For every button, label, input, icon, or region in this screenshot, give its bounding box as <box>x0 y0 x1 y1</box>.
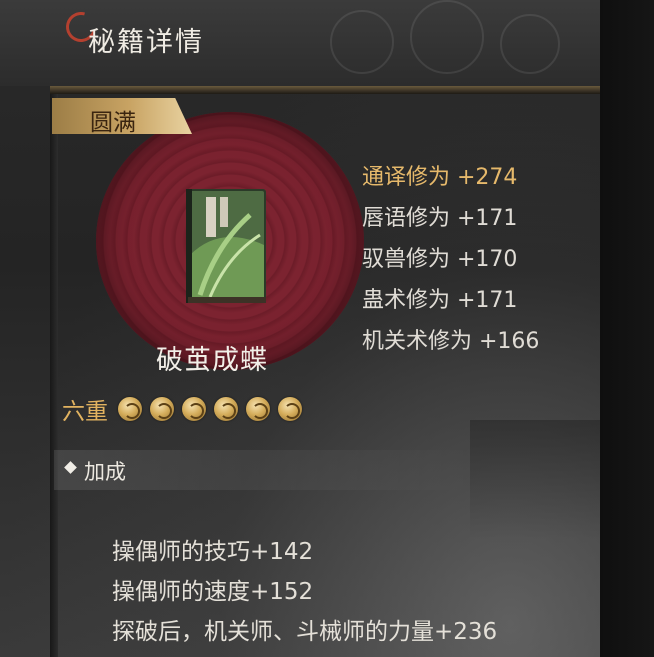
bonus-item: 操偶师的技巧+142 <box>112 539 314 565</box>
book-name: 破茧成蝶 <box>156 345 268 376</box>
tier-coin-icon <box>214 397 238 421</box>
status-badge-label: 圆满 <box>90 110 136 136</box>
tier-label: 六重 <box>62 399 108 425</box>
stat-yushou: 驭兽修为 +170 <box>362 247 518 272</box>
tier-coin-icon <box>182 397 206 421</box>
stat-gushu: 蛊术修为 +171 <box>362 288 518 313</box>
bonus-section-title: 加成 <box>84 460 126 484</box>
tier-coin-icon <box>118 397 142 421</box>
panel-left-strip <box>50 94 58 657</box>
cloud-ornament <box>410 0 484 74</box>
panel-right-edge <box>600 0 654 657</box>
header-divider <box>50 86 600 94</box>
tier-coin-icon <box>278 397 302 421</box>
stats-list: 通译修为 +274 唇语修为 +171 驭兽修为 +170 蛊术修为 +171 … <box>362 157 539 362</box>
stat-chunyu: 唇语修为 +171 <box>362 206 518 231</box>
tier-coin-icon <box>246 397 270 421</box>
skill-book-icon <box>186 189 266 303</box>
page-title: 秘籍详情 <box>88 27 204 58</box>
bonus-item: 探破后，机关师、斗械师的力量+236 <box>112 619 498 645</box>
tier-row: 六重 <box>62 392 310 426</box>
cloud-ornament <box>500 14 560 74</box>
background-scenery <box>470 420 600 540</box>
bonus-item: 操偶师的速度+152 <box>112 579 314 605</box>
cloud-ornament <box>330 10 394 74</box>
bonus-list: 操偶师的技巧+142 操偶师的速度+152 探破后，机关师、斗械师的力量+236 <box>112 532 497 652</box>
stat-jiguanshu: 机关术修为 +166 <box>362 329 540 354</box>
tier-coin-icon <box>150 397 174 421</box>
stat-tongyi: 通译修为 +274 <box>362 165 518 190</box>
